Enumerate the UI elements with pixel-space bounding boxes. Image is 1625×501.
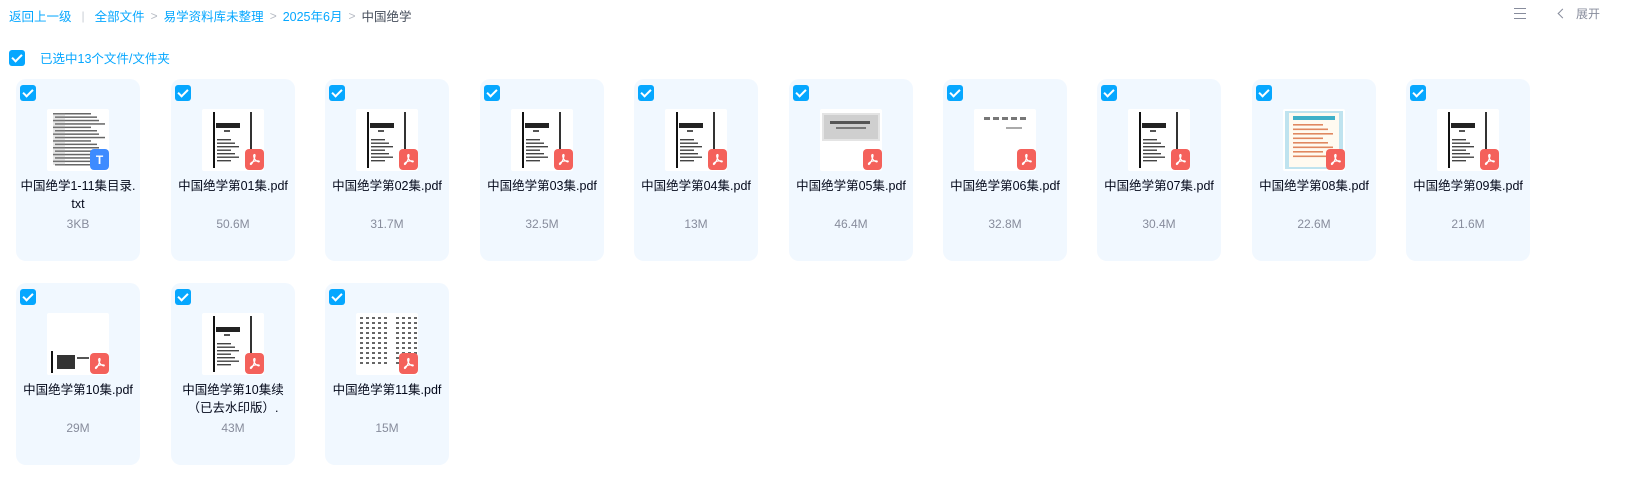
file-card[interactable]: 中国绝学第05集.pdf 46.4M — [789, 79, 913, 261]
file-checkbox[interactable] — [638, 85, 654, 101]
file-size: 43M — [221, 421, 245, 435]
file-checkbox[interactable] — [1256, 85, 1272, 101]
file-checkbox[interactable] — [1101, 85, 1117, 101]
file-name: 中国绝学第03集.pdf — [487, 179, 597, 193]
text-file-icon: T — [90, 149, 109, 170]
file-card[interactable]: 中国绝学第02集.pdf 31.7M — [325, 79, 449, 261]
file-checkbox[interactable] — [175, 289, 191, 305]
chevron-right-icon: > — [348, 8, 356, 23]
pdf-file-icon — [863, 149, 882, 170]
file-checkbox[interactable] — [20, 85, 36, 101]
select-all-checkbox[interactable] — [9, 49, 25, 66]
list-view-icon[interactable] — [1512, 7, 1528, 21]
pdf-file-icon — [399, 353, 418, 374]
file-name: 中国绝学第08集.pdf — [1259, 179, 1369, 193]
top-bar: 返回上一级 | 全部文件 > 易学资料库未整理 > 2025年6月 > 中国绝学… — [0, 0, 1625, 30]
selection-count: 已选中13个文件/文件夹 — [40, 52, 170, 66]
view-controls: 展开 — [1512, 5, 1600, 22]
pdf-file-icon — [1480, 149, 1499, 170]
file-name: 中国绝学第10集.pdf — [23, 383, 133, 397]
file-checkbox[interactable] — [1410, 85, 1426, 101]
file-card[interactable]: 中国绝学第11集.pdf 15M — [325, 283, 449, 465]
chevron-right-icon: > — [150, 8, 158, 23]
file-card[interactable]: 中国绝学第10集续（已去水印版）. 43M — [171, 283, 295, 465]
file-card[interactable]: 中国绝学第10集.pdf 29M — [16, 283, 140, 465]
file-size: 32.5M — [525, 217, 559, 231]
breadcrumb-divider: | — [81, 8, 85, 23]
file-card[interactable]: 中国绝学第09集.pdf 21.6M — [1406, 79, 1530, 261]
pdf-file-icon — [399, 149, 418, 170]
file-checkbox[interactable] — [175, 85, 191, 101]
back-link[interactable]: 返回上一级 — [9, 6, 72, 25]
pdf-file-icon — [1171, 149, 1190, 170]
file-checkbox[interactable] — [329, 289, 345, 305]
file-card[interactable]: 中国绝学第04集.pdf 13M — [634, 79, 758, 261]
file-card[interactable]: 中国绝学第03集.pdf 32.5M — [480, 79, 604, 261]
file-card[interactable]: T 中国绝学1-11集目录.txt 3KB — [16, 79, 140, 261]
file-size: 13M — [684, 217, 708, 231]
file-name: 中国绝学第07集.pdf — [1104, 179, 1214, 193]
chevron-left-icon[interactable] — [1556, 7, 1566, 21]
chevron-right-icon: > — [269, 8, 277, 23]
file-card[interactable]: 中国绝学第06集.pdf 32.8M — [943, 79, 1067, 261]
file-checkbox[interactable] — [484, 85, 500, 101]
file-name: 中国绝学第04集.pdf — [641, 179, 751, 193]
expand-button[interactable]: 展开 — [1576, 5, 1600, 22]
file-size: 30.4M — [1142, 217, 1176, 231]
breadcrumb: 返回上一级 | 全部文件 > 易学资料库未整理 > 2025年6月 > 中国绝学 — [9, 6, 412, 25]
file-size: 29M — [66, 421, 90, 435]
file-name: 中国绝学1-11集目录.txt — [20, 179, 136, 211]
file-name: 中国绝学第05集.pdf — [796, 179, 906, 193]
file-name: 中国绝学第10集续（已去水印版）. — [182, 383, 284, 415]
pdf-file-icon — [90, 353, 109, 374]
file-name: 中国绝学第09集.pdf — [1413, 179, 1523, 193]
breadcrumb-item-month[interactable]: 2025年6月 — [283, 6, 343, 25]
file-size: 31.7M — [370, 217, 404, 231]
file-name: 中国绝学第11集.pdf — [332, 383, 442, 397]
breadcrumb-item-all-files[interactable]: 全部文件 — [95, 6, 145, 25]
file-size: 50.6M — [216, 217, 250, 231]
file-size: 32.8M — [988, 217, 1022, 231]
pdf-file-icon — [554, 149, 573, 170]
file-checkbox[interactable] — [793, 85, 809, 101]
file-card[interactable]: 中国绝学第08集.pdf 22.6M — [1252, 79, 1376, 261]
file-size: 22.6M — [1297, 217, 1331, 231]
file-size: 3KB — [66, 217, 90, 231]
file-size: 21.6M — [1451, 217, 1485, 231]
file-checkbox[interactable] — [329, 85, 345, 101]
pdf-file-icon — [1017, 149, 1036, 170]
selection-bar: 已选中13个文件/文件夹 — [9, 48, 170, 67]
file-name: 中国绝学第06集.pdf — [950, 179, 1060, 193]
pdf-file-icon — [1326, 149, 1345, 170]
file-card[interactable]: 中国绝学第01集.pdf 50.6M — [171, 79, 295, 261]
file-card[interactable]: 中国绝学第07集.pdf 30.4M — [1097, 79, 1221, 261]
pdf-file-icon — [708, 149, 727, 170]
pdf-file-icon — [245, 353, 264, 374]
breadcrumb-item-library[interactable]: 易学资料库未整理 — [164, 6, 264, 25]
file-name: 中国绝学第02集.pdf — [332, 179, 442, 193]
breadcrumb-current: 中国绝学 — [361, 10, 412, 24]
pdf-file-icon — [245, 149, 264, 170]
file-size: 15M — [375, 421, 399, 435]
file-checkbox[interactable] — [20, 289, 36, 305]
file-name: 中国绝学第01集.pdf — [178, 179, 288, 193]
file-checkbox[interactable] — [947, 85, 963, 101]
file-size: 46.4M — [834, 217, 868, 231]
